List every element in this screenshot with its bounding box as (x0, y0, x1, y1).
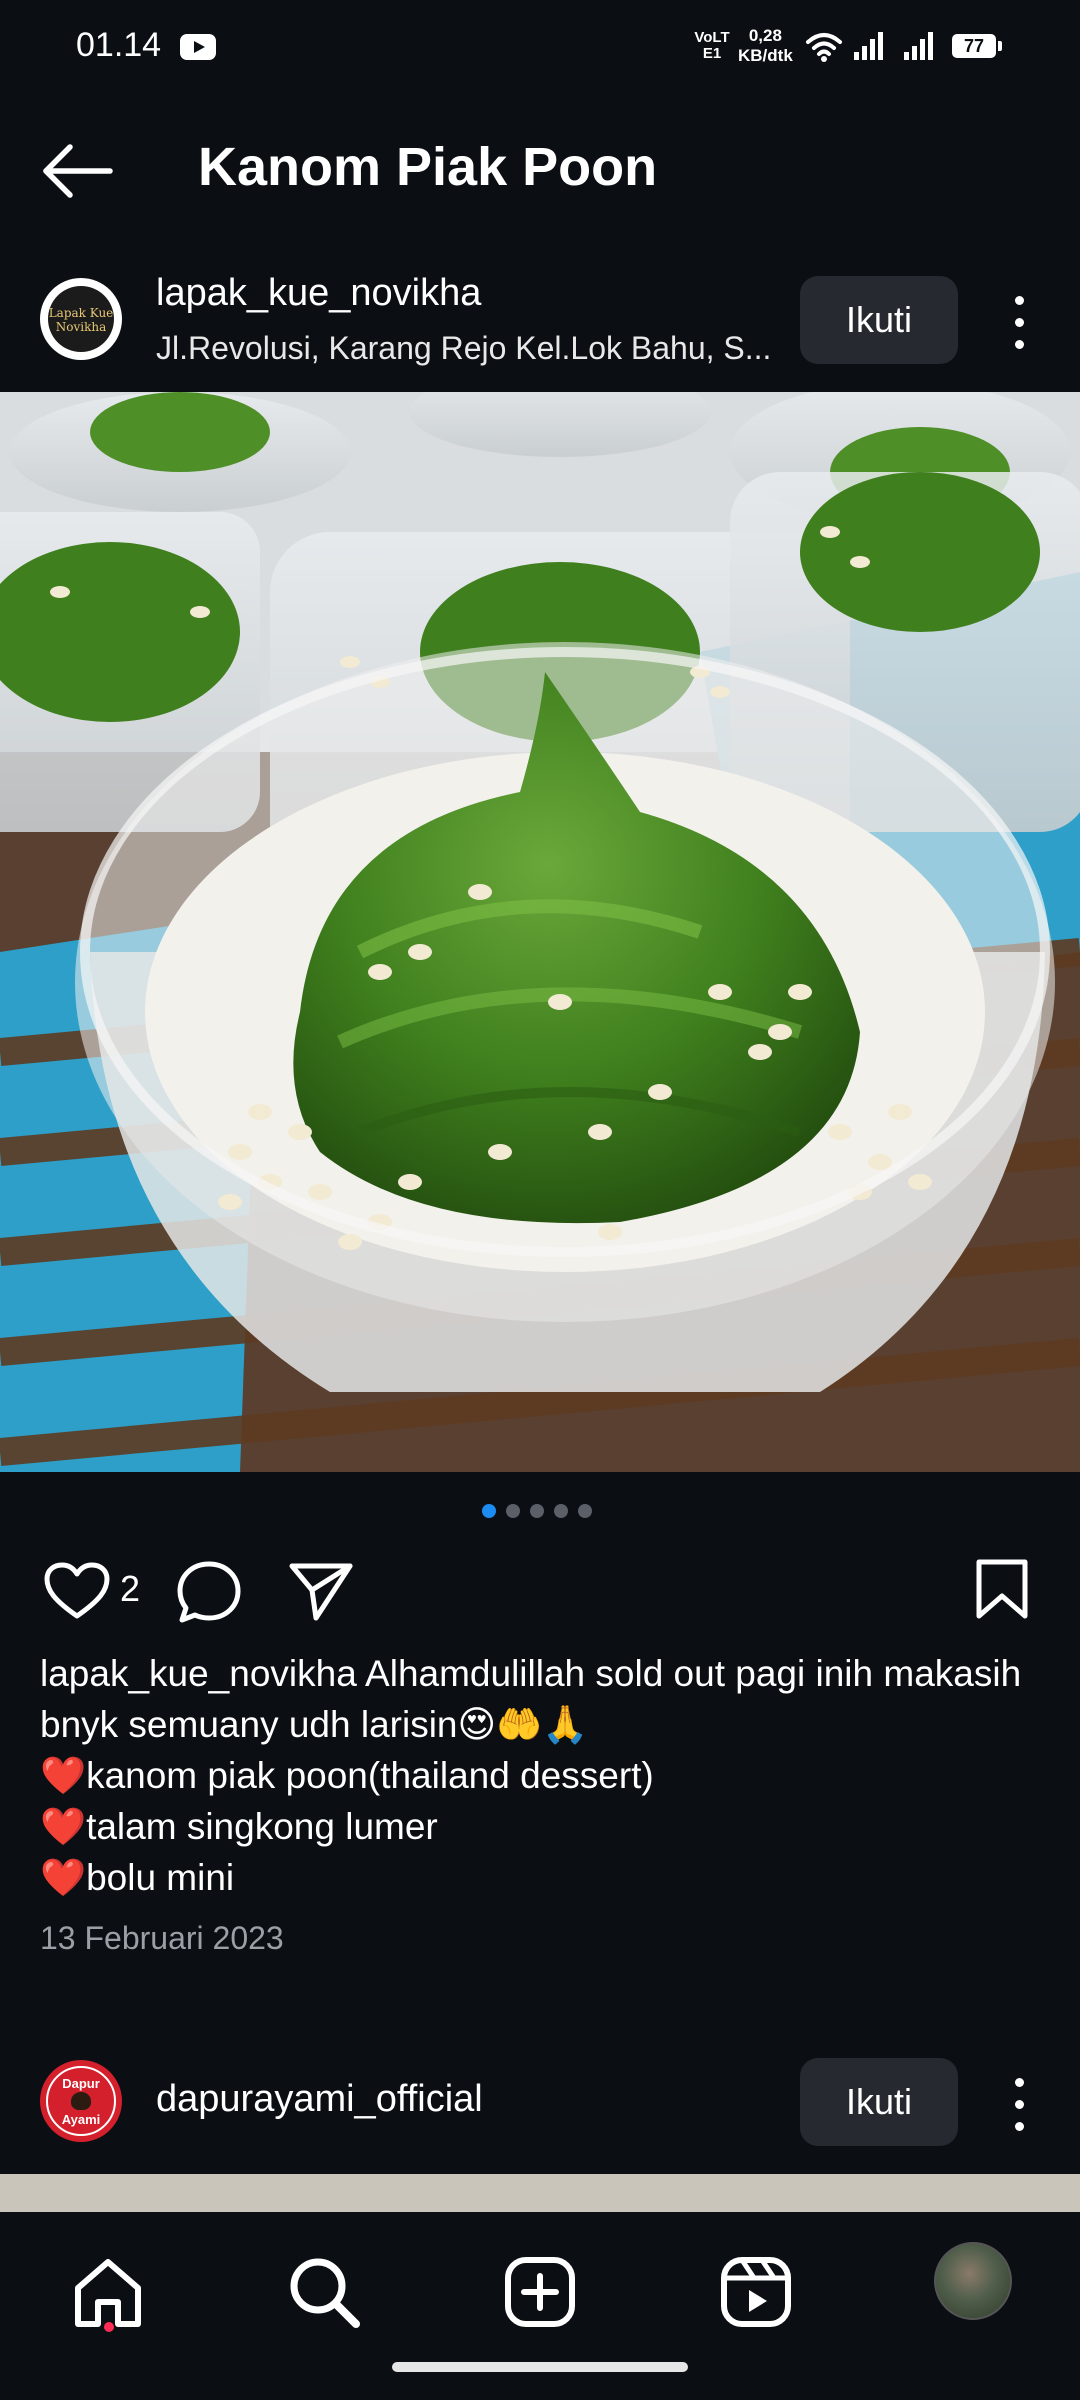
carousel-dot (530, 1504, 544, 1518)
heart-icon[interactable] (44, 1562, 110, 1620)
home-icon[interactable] (68, 2252, 148, 2332)
back-button[interactable] (40, 140, 120, 202)
search-icon[interactable] (284, 2252, 364, 2332)
signal-sim2-icon (904, 32, 933, 60)
post-image[interactable] (0, 392, 1080, 1472)
notification-dot (104, 2322, 114, 2332)
heart-bullet: ❤️ (40, 1857, 87, 1898)
avatar[interactable]: Lapak Kue Novikha (40, 278, 122, 360)
avatar-logo-text-top: Dapur (62, 2076, 100, 2091)
caption-item: kanom piak poon(thailand dessert) (86, 1755, 654, 1796)
caption-username[interactable]: lapak_kue_novikha (40, 1653, 357, 1694)
network-speed: 0,28 KB/dtk (738, 26, 793, 66)
carousel-dot (506, 1504, 520, 1518)
post-image[interactable] (0, 2174, 1080, 2214)
page-title: Kanom Piak Poon (198, 137, 658, 197)
volte-indicator: VoLTE1 (694, 29, 730, 62)
avatar[interactable]: Dapur Ayami (40, 2060, 122, 2142)
like-count[interactable]: 2 (120, 1568, 140, 1610)
youtube-notification-icon (180, 34, 216, 60)
caption-item: bolu mini (86, 1857, 235, 1898)
follow-button[interactable]: Ikuti (800, 2058, 958, 2146)
heart-bullet: ❤️ (40, 1806, 87, 1847)
comment-icon[interactable] (176, 1560, 242, 1624)
post-date: 13 Februari 2023 (40, 1920, 284, 1956)
post-caption: lapak_kue_novikha Alhamdulillah sold out… (40, 1648, 1050, 1903)
profile-avatar[interactable] (934, 2242, 1012, 2320)
post-location[interactable]: Jl.Revolusi, Karang Rejo Kel.Lok Bahu, S… (156, 330, 771, 367)
network-speed-value: 0,28 (748, 26, 782, 45)
status-time: 01.14 (76, 26, 162, 64)
more-options-icon[interactable] (1012, 296, 1026, 354)
avatar-logo-text-bottom: Ayami (61, 2112, 101, 2127)
carousel-dot (578, 1504, 592, 1518)
plus-square-icon[interactable] (500, 2252, 580, 2332)
wifi-icon (806, 33, 842, 62)
status-bar: 01.14 VoLTE1 0,28 KB/dtk 77 (0, 0, 1080, 96)
carousel-dot-active (482, 1504, 496, 1518)
post-username[interactable]: dapurayami_official (156, 2078, 483, 2121)
gesture-home-indicator[interactable] (392, 2362, 688, 2372)
avatar-logo-text: Lapak Kue Novikha (48, 306, 114, 334)
battery-indicator: 77 (952, 34, 1002, 58)
bookmark-icon[interactable] (974, 1558, 1030, 1620)
carousel-dot (554, 1504, 568, 1518)
heart-bullet: ❤️ (40, 1755, 87, 1796)
post-username[interactable]: lapak_kue_novikha (156, 272, 481, 315)
network-speed-unit: KB/dtk (738, 46, 793, 65)
signal-sim1-icon (854, 32, 883, 60)
arrow-left-icon (43, 144, 113, 198)
follow-button[interactable]: Ikuti (800, 276, 958, 364)
send-icon[interactable] (288, 1560, 354, 1622)
chicken-logo-icon (71, 2092, 91, 2110)
reels-icon[interactable] (716, 2252, 796, 2332)
caption-item: talam singkong lumer (86, 1806, 438, 1847)
more-options-icon[interactable] (1012, 2078, 1026, 2136)
